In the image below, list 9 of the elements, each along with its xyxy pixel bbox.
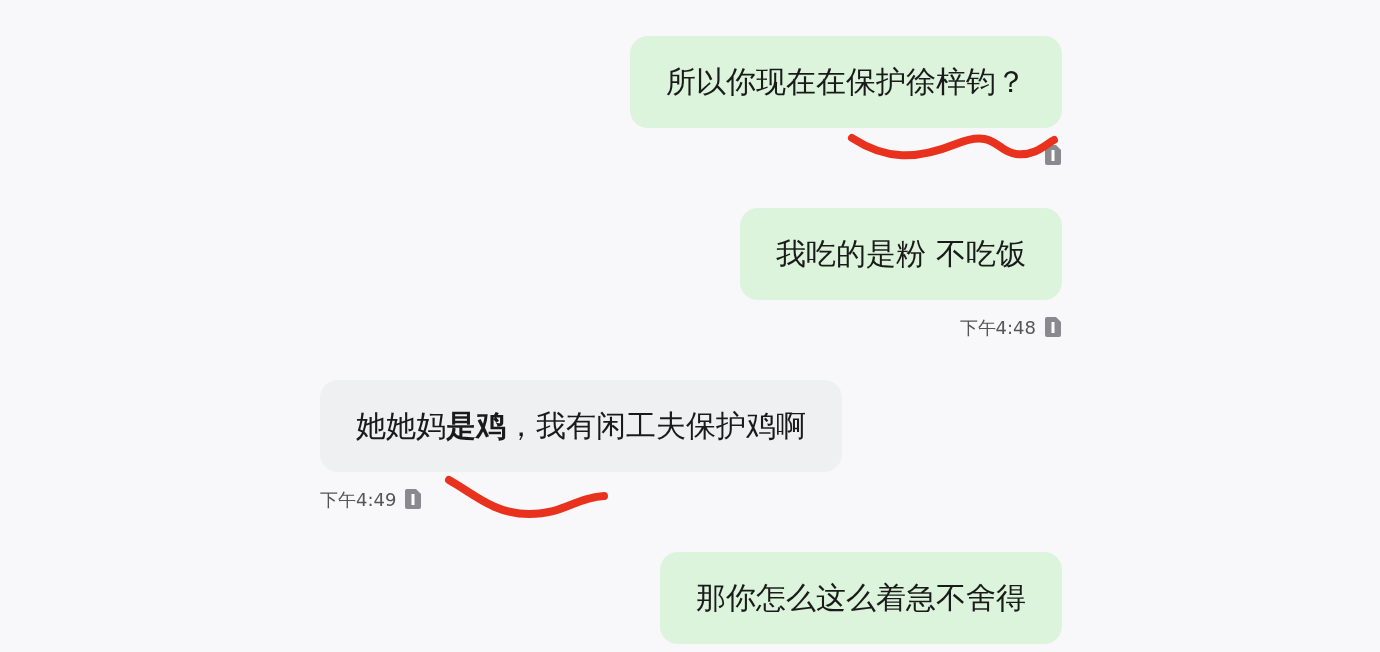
timestamp: 下午4:49: [320, 487, 397, 512]
sim-card-icon: [404, 488, 423, 510]
sim-card-icon: [1044, 144, 1062, 166]
message-bubble: 我吃的是粉 不吃饭: [740, 208, 1062, 300]
message-bubble: 那你怎么这么着急不舍得: [660, 552, 1062, 644]
timestamp: 下午4:48: [959, 315, 1036, 340]
message-bubble: 她她妈是鸡，我有闲工夫保护鸡啊: [320, 380, 842, 472]
message-bubble: 所以你现在在保护徐梓钧？: [630, 36, 1062, 128]
sim-card-icon: [1044, 316, 1062, 338]
